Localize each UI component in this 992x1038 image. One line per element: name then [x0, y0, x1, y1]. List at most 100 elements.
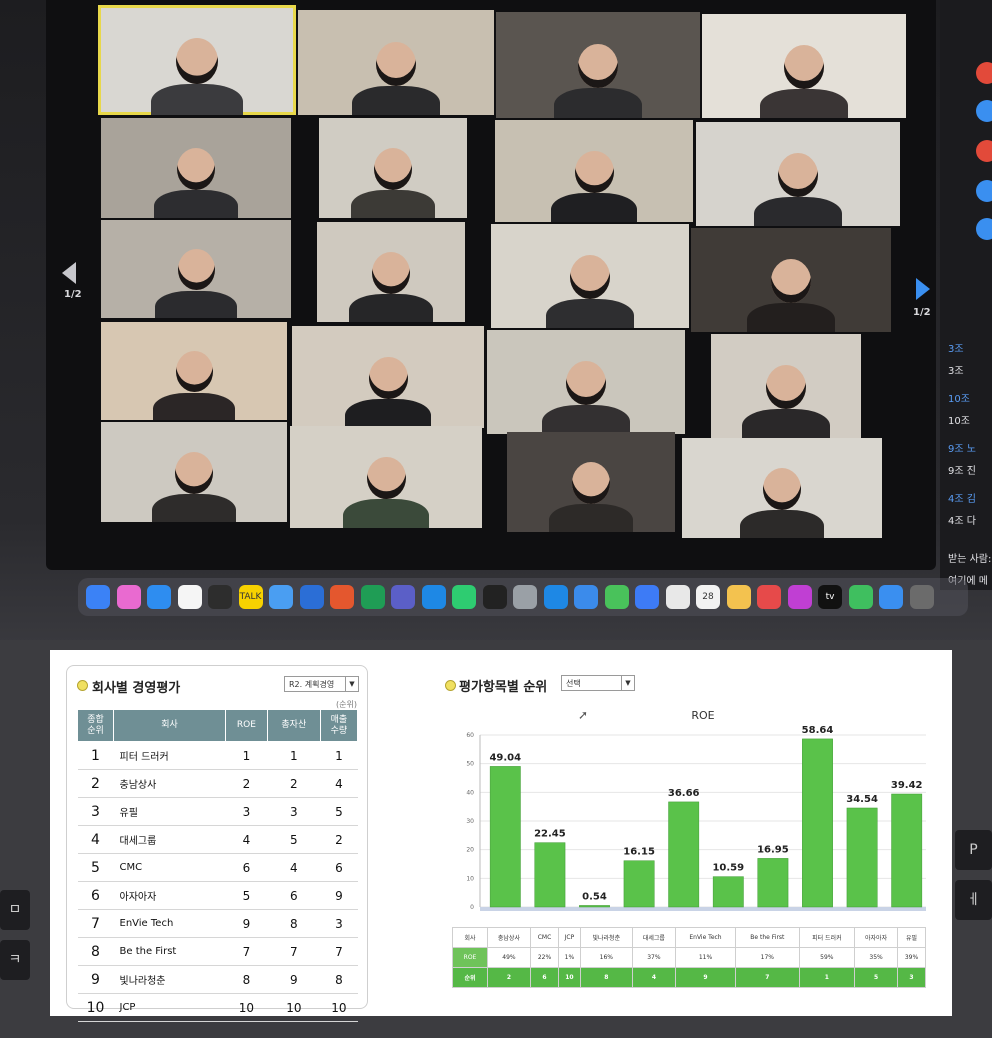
rank-cell: 2: [487, 967, 531, 988]
video-tile[interactable]: [101, 322, 287, 420]
roe-label: ROE: [452, 947, 488, 968]
chat-message-item[interactable]: 4조 다: [948, 512, 976, 527]
chat-message-item[interactable]: 10조: [948, 390, 970, 405]
item-select[interactable]: 선택 ▼: [561, 675, 635, 691]
y-tick-label: 20: [466, 847, 474, 854]
video-tile[interactable]: [98, 5, 296, 115]
dock-app-icon[interactable]: [543, 585, 568, 609]
bar-value-label: 58.64: [802, 725, 834, 736]
participant-body: [153, 392, 235, 420]
table-cell-rank: 4: [77, 825, 114, 854]
next-page-arrow-icon[interactable]: [916, 278, 930, 300]
previous-page-arrow-icon[interactable]: [62, 262, 76, 284]
dock-app-icon[interactable]: [879, 585, 903, 609]
dock-app-icon[interactable]: [208, 585, 232, 609]
video-tile[interactable]: [711, 334, 861, 438]
dock-app-icon[interactable]: tv: [818, 585, 842, 609]
chat-message-item[interactable]: 4조 김: [948, 490, 976, 505]
dock-app-icon[interactable]: [147, 585, 171, 609]
table-cell-company: 대세그룹: [113, 825, 226, 854]
video-tile[interactable]: [290, 426, 482, 528]
dock-app-icon[interactable]: [482, 585, 507, 609]
dock-app-icon[interactable]: [177, 585, 202, 609]
chat-message-item[interactable]: 9조 진: [948, 462, 976, 477]
chat-message-item[interactable]: 3조: [948, 340, 964, 355]
dock-app-icon[interactable]: [391, 585, 415, 609]
bar-value-label: 22.45: [534, 829, 566, 840]
video-tile[interactable]: [702, 14, 906, 118]
table-cell-rank: 3: [77, 797, 114, 826]
dock-app-icon[interactable]: [848, 585, 873, 609]
chat-message-item[interactable]: 3조: [948, 362, 964, 377]
dock-app-icon[interactable]: [452, 585, 476, 609]
key-p: P: [955, 830, 992, 870]
roe-cell: 59%: [798, 947, 856, 968]
roe-cell: 35%: [854, 947, 898, 968]
participant-body: [747, 302, 835, 332]
video-tile[interactable]: [491, 224, 689, 328]
dropdown-arrow-icon: ▼: [621, 676, 634, 690]
dock-app-icon[interactable]: [269, 585, 293, 609]
company-evaluation-card: 회사별 경영평가 R2. 계획경영 ▼ (순위) 종합 순위 회사 ROE 총자산 매출…: [66, 665, 368, 1022]
video-tile[interactable]: [101, 422, 287, 522]
roe-cell: 39%: [897, 947, 926, 968]
video-tile[interactable]: [487, 330, 685, 434]
dock-app-icon[interactable]: [909, 585, 934, 609]
table-cell-company: CMC: [113, 853, 226, 882]
dock-app-icon[interactable]: [421, 585, 446, 609]
bar-value-label: 10.59: [712, 863, 744, 874]
chart-bar: [623, 860, 655, 908]
video-tile[interactable]: [507, 432, 675, 532]
video-tile[interactable]: [682, 438, 882, 538]
participant-body: [742, 408, 830, 438]
dock-app-icon[interactable]: [726, 585, 751, 609]
rank-cell: 3: [897, 967, 926, 988]
roe-cell: 37%: [631, 947, 676, 968]
dock-app-icon[interactable]: [787, 585, 812, 609]
company-cell: 유필: [897, 927, 926, 948]
video-tile[interactable]: [319, 118, 467, 218]
dock-app-icon[interactable]: TALK: [238, 585, 263, 609]
video-tile[interactable]: [101, 118, 291, 218]
table-cell-sales: 4: [320, 769, 358, 798]
video-tile[interactable]: [101, 220, 291, 318]
video-tile[interactable]: [496, 12, 700, 118]
zoom-gallery: [46, 0, 936, 570]
participant-body: [551, 193, 637, 222]
participant-body: [754, 196, 842, 226]
participant-face: [175, 452, 213, 494]
video-tile[interactable]: [298, 10, 494, 115]
video-tile[interactable]: [292, 326, 484, 428]
roe-cell: 16%: [579, 947, 633, 968]
video-tile[interactable]: [495, 120, 693, 222]
table-cell-assets: 7: [267, 937, 321, 966]
dock-app-icon[interactable]: 28: [696, 585, 720, 609]
participant-face: [366, 456, 406, 500]
participant-body: [343, 499, 429, 528]
rank-cell: 6: [529, 967, 560, 988]
round-select[interactable]: R2. 계획경영 ▼: [284, 676, 359, 692]
video-tile[interactable]: [696, 122, 900, 226]
chart-bar: [712, 876, 744, 908]
dock-app-icon[interactable]: [604, 585, 629, 609]
video-tile[interactable]: [317, 222, 465, 322]
chat-message-item[interactable]: 10조: [948, 412, 970, 427]
dock-app-icon[interactable]: [299, 585, 324, 609]
table-cell-company: Be the First: [113, 937, 226, 966]
dock-app-icon[interactable]: [116, 585, 141, 609]
dock-app-icon[interactable]: [574, 585, 598, 609]
dock-app-icon[interactable]: [665, 585, 690, 609]
video-tile[interactable]: [691, 228, 891, 332]
dock-app-icon[interactable]: [635, 585, 659, 609]
dock-app-icon[interactable]: [86, 585, 110, 609]
x-axis-band: [480, 907, 926, 911]
dock-app-icon[interactable]: [757, 585, 781, 609]
dock-app-icon[interactable]: [360, 585, 385, 609]
dock-app-icon[interactable]: [513, 585, 537, 609]
table-cell-roe: 7: [225, 937, 268, 966]
chat-message-item[interactable]: 9조 노: [948, 440, 976, 455]
participant-face: [566, 361, 606, 406]
chat-message-item[interactable]: 받는 사람:: [948, 550, 991, 565]
participant-body: [351, 190, 435, 218]
dock-app-icon[interactable]: [330, 585, 354, 609]
